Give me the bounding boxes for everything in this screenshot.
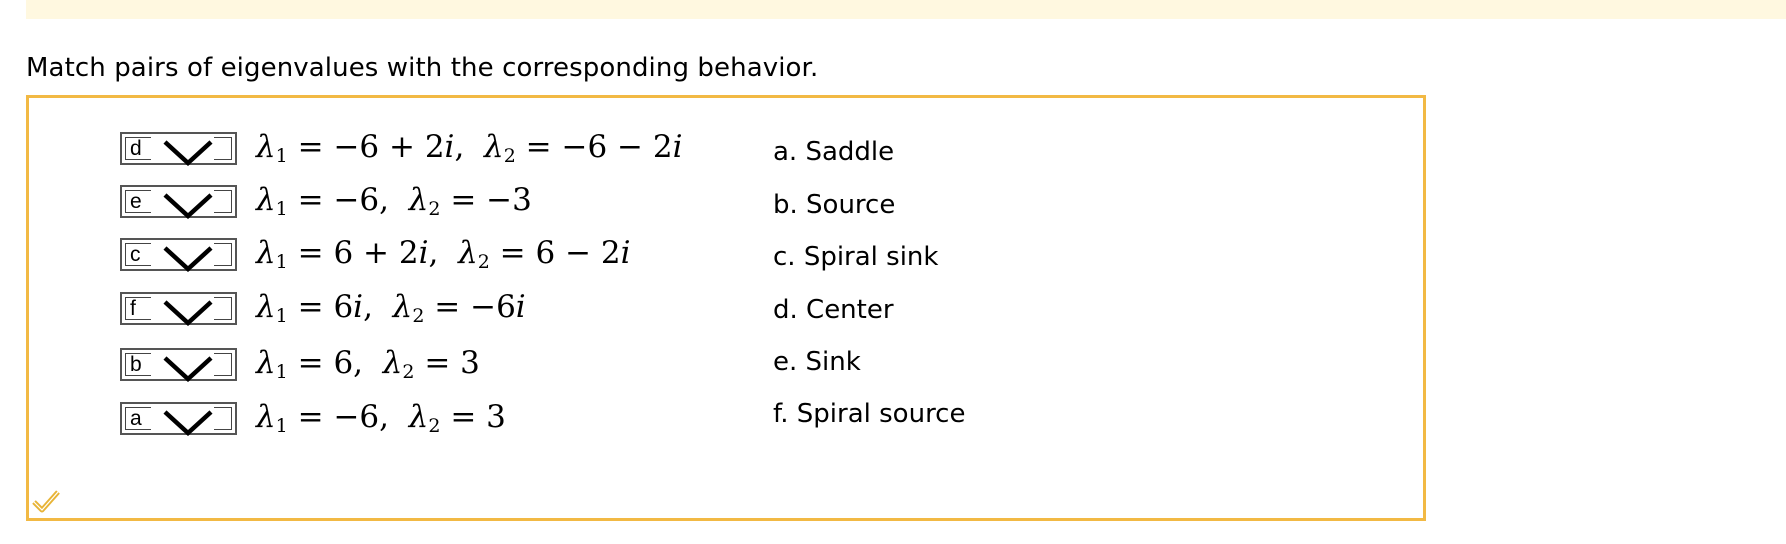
match-row: d λ1 = −6 + 2i, λ2 = −6 − 2i xyxy=(120,128,683,168)
matching-panel: d λ1 = −6 + 2i, λ2 = −6 − 2i e λ1 = −6, … xyxy=(26,95,1426,521)
chevron-down-icon xyxy=(163,192,213,219)
answer-select[interactable]: b xyxy=(120,347,237,382)
match-row: c λ1 = 6 + 2i, λ2 = 6 − 2i xyxy=(120,234,631,274)
chevron-down-icon xyxy=(163,355,213,382)
eigenvalue-formula: λ1 = −6 + 2i, λ2 = −6 − 2i xyxy=(256,129,683,167)
select-value: b xyxy=(125,352,151,376)
eigenvalue-formula: λ1 = 6 + 2i, λ2 = 6 − 2i xyxy=(256,235,631,273)
answer-select[interactable]: c xyxy=(120,237,237,272)
eigenvalue-formula: λ1 = 6i, λ2 = −6i xyxy=(256,289,526,327)
question-prompt: Match pairs of eigenvalues with the corr… xyxy=(26,53,819,83)
select-value: e xyxy=(125,189,151,213)
match-row: e λ1 = −6, λ2 = −3 xyxy=(120,181,532,221)
answer-option-b: b. Source xyxy=(773,190,896,220)
answer-select[interactable]: d xyxy=(120,131,237,166)
answer-select[interactable]: f xyxy=(120,291,237,326)
answer-option-e: e. Sink xyxy=(773,347,861,377)
match-row: a λ1 = −6, λ2 = 3 xyxy=(120,398,506,438)
eigenvalue-formula: λ1 = −6, λ2 = 3 xyxy=(256,399,506,437)
chevron-down-icon xyxy=(163,139,213,166)
match-row: f λ1 = 6i, λ2 = −6i xyxy=(120,288,526,328)
top-banner xyxy=(26,0,1786,19)
eigenvalue-formula: λ1 = −6, λ2 = −3 xyxy=(256,182,532,220)
chevron-down-icon xyxy=(163,245,213,272)
select-value: a xyxy=(125,406,151,430)
eigenvalue-formula: λ1 = 6, λ2 = 3 xyxy=(256,345,480,383)
answer-select[interactable]: e xyxy=(120,184,237,219)
answer-option-f: f. Spiral source xyxy=(773,399,966,429)
answer-option-c: c. Spiral sink xyxy=(773,242,939,272)
answer-option-d: d. Center xyxy=(773,295,894,325)
checkmark-icon xyxy=(32,490,60,513)
chevron-down-icon xyxy=(163,299,213,326)
answer-option-a: a. Saddle xyxy=(773,137,895,167)
select-value: c xyxy=(125,242,151,266)
select-value: d xyxy=(125,136,151,160)
match-row: b λ1 = 6, λ2 = 3 xyxy=(120,344,480,384)
answer-select[interactable]: a xyxy=(120,401,237,436)
select-value: f xyxy=(125,296,151,320)
chevron-down-icon xyxy=(163,409,213,436)
